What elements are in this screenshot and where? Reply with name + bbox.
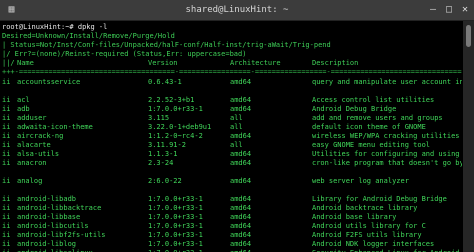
- package-status: ii: [2, 123, 11, 131]
- package-version: 1:7.0.0+r33-1: [148, 195, 203, 203]
- package-status: ii: [2, 132, 11, 140]
- package-architecture: amd64: [230, 78, 252, 86]
- package-status: ii: [2, 231, 11, 239]
- command-prompt: root@LinuxHint:~# dpkg -l: [2, 23, 108, 31]
- package-description: Access control list utilities: [312, 96, 435, 104]
- package-description: Android F2FS utils library: [312, 231, 422, 239]
- package-architecture: amd64: [230, 240, 252, 248]
- package-description: query and manipulate user account infor: [312, 78, 462, 86]
- package-name: android-libf2fs-utils: [17, 231, 106, 239]
- package-architecture: amd64: [230, 159, 252, 167]
- package-architecture: all: [230, 123, 243, 131]
- package-status: ii: [2, 114, 11, 122]
- package-status: ii: [2, 159, 11, 167]
- package-name: accountsservice: [17, 78, 81, 86]
- package-version: 0.6.43-1: [148, 78, 182, 86]
- package-architecture: amd64: [230, 204, 252, 212]
- package-name: aircrack-ng: [17, 132, 64, 140]
- package-architecture: amd64: [230, 231, 252, 239]
- package-status: ii: [2, 78, 11, 86]
- column-header-row: ||/ Name Version Architecture Descriptio…: [2, 59, 358, 68]
- package-version: 2.3-24: [148, 159, 174, 167]
- terminal-output[interactable]: root@LinuxHint:~# dpkg -l Desired=Unknow…: [0, 21, 462, 252]
- package-architecture: amd64: [230, 96, 252, 104]
- package-version: 1:7.0.0+r33-1: [148, 105, 203, 113]
- package-name: alacarte: [17, 141, 51, 149]
- package-version: 3.22.0-1+deb9u1: [148, 123, 212, 131]
- package-version: 1:7.0.0+r33-1: [148, 240, 203, 248]
- package-description: web server log analyzer: [312, 177, 409, 185]
- package-version: 3.115: [148, 114, 170, 122]
- separator-line: +++-====================================…: [2, 68, 462, 76]
- package-version: 1:7.0.0+r33-1: [148, 213, 203, 221]
- package-name: adwaita-icon-theme: [17, 123, 93, 131]
- package-architecture: all: [230, 114, 243, 122]
- package-architecture: amd64: [230, 150, 252, 158]
- package-status: ii: [2, 105, 11, 113]
- scrollbar[interactable]: [463, 21, 474, 252]
- package-description: Utilities for configuring and using ALSA: [312, 150, 460, 158]
- package-status: ii: [2, 150, 11, 158]
- column-prefix: ||/: [2, 59, 15, 67]
- package-name: anacron: [17, 159, 47, 167]
- package-description: Android NDK logger interfaces: [312, 240, 435, 248]
- package-name: android-liblog: [17, 240, 77, 248]
- package-version: 1.1.3-1: [148, 150, 178, 158]
- scrollbar-thumb[interactable]: [466, 25, 471, 47]
- header-line: | Status=Not/Inst/Conf-files/Unpacked/ha…: [2, 41, 331, 49]
- close-icon[interactable]: ✕: [458, 3, 472, 17]
- package-status: ii: [2, 177, 11, 185]
- package-name: android-libbacktrace: [17, 204, 102, 212]
- minimize-icon[interactable]: –: [426, 3, 440, 17]
- package-architecture: amd64: [230, 132, 252, 140]
- package-name: alsa-utils: [17, 150, 60, 158]
- package-status: ii: [2, 213, 11, 221]
- package-name: android-libadb: [17, 195, 77, 203]
- package-description: default icon theme of GNOME: [312, 123, 426, 131]
- package-status: ii: [2, 204, 11, 212]
- package-description: cron-like program that doesn't go by ti: [312, 159, 462, 167]
- column-architecture: Architecture: [230, 59, 281, 67]
- window-titlebar[interactable]: ▦ shared@LinuxHint: ~ – □ ✕: [0, 0, 474, 21]
- package-version: 1:7.0.0+r33-1: [148, 231, 203, 239]
- package-version: 2.2.52-3+b1: [148, 96, 195, 104]
- package-version: 2:6.0-22: [148, 177, 182, 185]
- package-description: Android base library: [312, 213, 397, 221]
- package-name: adduser: [17, 114, 47, 122]
- package-name: analog: [17, 177, 43, 185]
- package-description: add and remove users and groups: [312, 114, 443, 122]
- package-version: 1:7.0.0+r33-1: [148, 222, 203, 230]
- package-description: easy GNOME menu editing tool: [312, 141, 431, 149]
- column-description: Description: [312, 59, 359, 67]
- package-description: Android Debug Bridge: [312, 105, 397, 113]
- package-architecture: amd64: [230, 213, 252, 221]
- package-description: Library for Android Debug Bridge: [312, 195, 447, 203]
- package-architecture: amd64: [230, 105, 252, 113]
- package-description: Android utils library for C: [312, 222, 426, 230]
- package-architecture: amd64: [230, 195, 252, 203]
- package-architecture: amd64: [230, 222, 252, 230]
- package-architecture: all: [230, 141, 243, 149]
- column-version: Version: [148, 59, 178, 67]
- header-line: |/ Err?=(none)/Reinst-required (Status,E…: [2, 50, 247, 58]
- package-name: android-libbase: [17, 213, 81, 221]
- header-line: Desired=Unknown/Install/Remove/Purge/Hol…: [2, 32, 175, 40]
- column-name: Name: [17, 59, 34, 67]
- package-architecture: amd64: [230, 177, 252, 185]
- package-status: ii: [2, 240, 11, 248]
- package-description: Android backtrace library: [312, 204, 418, 212]
- package-status: ii: [2, 96, 11, 104]
- package-name: android-libcutils: [17, 222, 89, 230]
- package-version: 1:1.2-0~rc4-2: [148, 132, 203, 140]
- package-status: ii: [2, 141, 11, 149]
- package-description: wireless WEP/WPA cracking utilities: [312, 132, 460, 140]
- package-status: ii: [2, 195, 11, 203]
- maximize-icon[interactable]: □: [442, 3, 456, 17]
- package-name: acl: [17, 96, 30, 104]
- package-version: 1:7.0.0+r33-1: [148, 204, 203, 212]
- package-version: 3.11.91-2: [148, 141, 186, 149]
- package-status: ii: [2, 222, 11, 230]
- package-name: adb: [17, 105, 30, 113]
- window-title: shared@LinuxHint: ~: [185, 5, 289, 15]
